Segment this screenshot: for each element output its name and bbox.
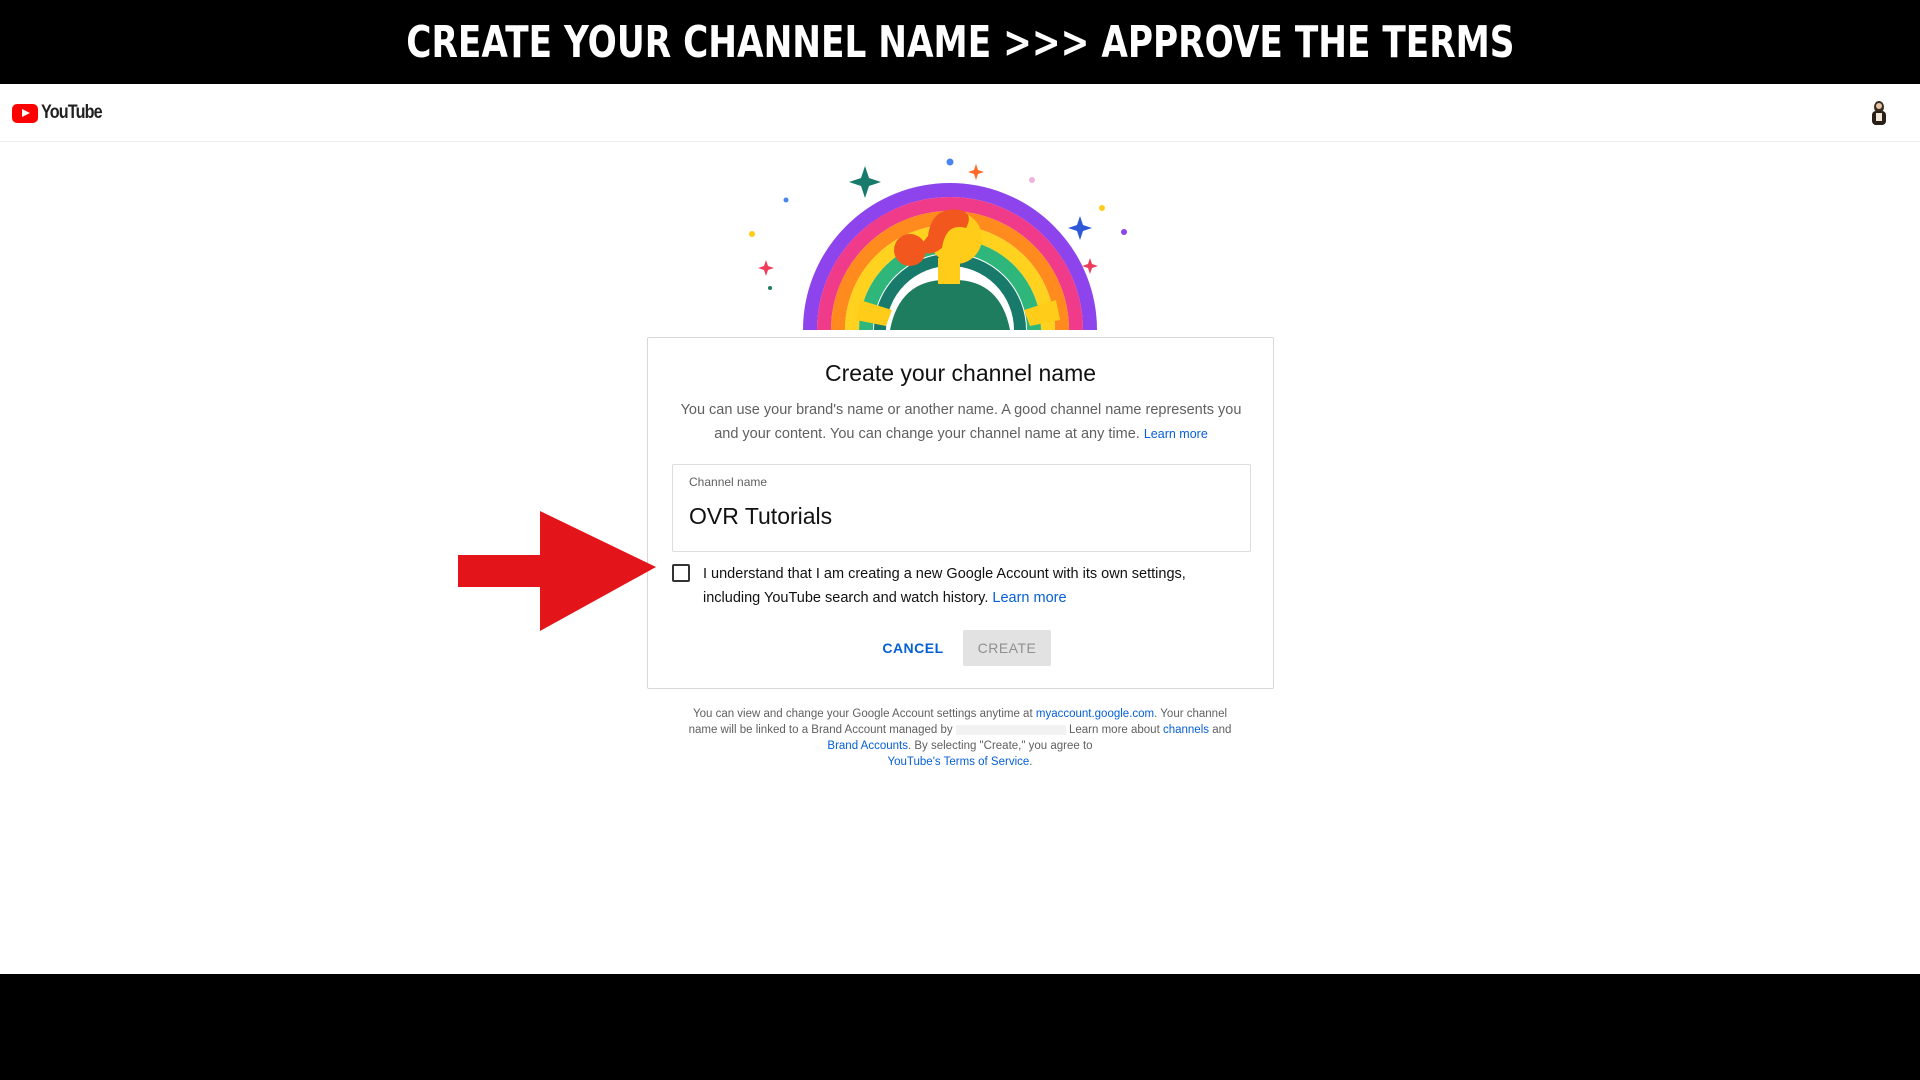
dialog-title: Create your channel name: [824, 360, 1097, 386]
channel-name-field[interactable]: Channel name: [672, 464, 1251, 552]
footer-text-3: Learn more about: [1065, 724, 1163, 736]
yt-header: YouTube: [0, 84, 1920, 142]
channel-name-input[interactable]: [689, 503, 1229, 530]
dialog-description: You can use your brand's name or another…: [672, 398, 1250, 446]
logo-text: YouTube: [41, 102, 103, 123]
footer-text-1: You can view and change your Google Acco…: [692, 708, 1036, 720]
cancel-button[interactable]: CANCEL: [876, 630, 950, 666]
brand-accounts-link[interactable]: Brand Accounts: [827, 740, 908, 752]
footer-text-6: .: [1029, 756, 1033, 768]
footer-legal-note: You can view and change your Google Acco…: [682, 706, 1238, 770]
youtube-play-icon: [12, 103, 38, 123]
consent-text-block: I understand that I am creating a new Go…: [703, 562, 1243, 610]
channels-link[interactable]: channels: [1163, 724, 1209, 736]
myaccount-link[interactable]: myaccount.google.com: [1036, 708, 1154, 720]
banner-text: Create your channel name >>> Approve the…: [405, 16, 1515, 68]
channel-name-label: Channel name: [689, 475, 768, 489]
create-channel-dialog: Create your channel name You can use you…: [647, 337, 1274, 689]
title-banner: Create your channel name >>> Approve the…: [0, 0, 1920, 84]
footer-text-5: . By selecting "Create," you agree to: [907, 740, 1093, 752]
youtube-logo[interactable]: YouTube: [12, 102, 112, 124]
description-learn-more-link[interactable]: Learn more: [1144, 427, 1208, 441]
consent-learn-more-link[interactable]: Learn more: [992, 590, 1066, 606]
consent-checkbox[interactable]: [672, 564, 690, 582]
rainbow-illustration: [749, 158, 1127, 330]
redacted-account-name: [955, 724, 1066, 735]
bottom-letterbox: [0, 974, 1920, 1080]
avatar[interactable]: [1864, 98, 1894, 128]
consent-text: I understand that I am creating a new Go…: [703, 566, 1186, 606]
terms-of-service-link[interactable]: YouTube's Terms of Service: [888, 756, 1030, 768]
create-button[interactable]: CREATE: [963, 630, 1051, 666]
youtube-page: YouTube Create your channel name You can…: [0, 84, 1920, 974]
red-arrow-icon: [458, 511, 656, 631]
footer-text-4: and: [1209, 724, 1232, 736]
